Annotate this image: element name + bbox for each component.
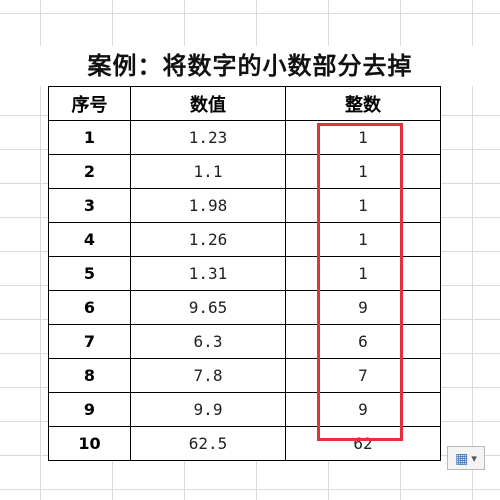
paste-options-icon: ▦	[455, 449, 469, 466]
cell-index[interactable]: 7	[48, 324, 131, 359]
cell-value[interactable]: 1.26	[130, 222, 286, 257]
table-row: 5 1.31 1	[48, 256, 441, 291]
cell-value[interactable]: 1.1	[130, 154, 286, 189]
cell-index[interactable]: 1	[48, 120, 131, 155]
cell-integer[interactable]: 6	[285, 324, 441, 359]
cell-integer[interactable]: 1	[285, 256, 441, 291]
table-row: 2 1.1 1	[48, 154, 441, 189]
cell-index[interactable]: 8	[48, 358, 131, 393]
cell-value[interactable]: 1.23	[130, 120, 286, 155]
table-row: 3 1.98 1	[48, 188, 441, 223]
cell-value[interactable]: 7.8	[130, 358, 286, 393]
cell-integer[interactable]: 1	[285, 120, 441, 155]
chevron-down-icon: ▾	[471, 452, 477, 465]
table-row: 4 1.26 1	[48, 222, 441, 257]
cell-value[interactable]: 1.31	[130, 256, 286, 291]
table-row: 6 9.65 9	[48, 290, 441, 325]
cell-value[interactable]: 9.65	[130, 290, 286, 325]
table-row: 1 1.23 1	[48, 120, 441, 155]
cell-integer[interactable]: 1	[285, 154, 441, 189]
cell-value[interactable]: 1.98	[130, 188, 286, 223]
data-table: 序号 数值 整数 1 1.23 1 2 1.1 1 3 1.98 1 4 1.2…	[48, 86, 441, 461]
cell-index[interactable]: 6	[48, 290, 131, 325]
header-row: 序号 数值 整数	[48, 86, 441, 121]
cell-index[interactable]: 5	[48, 256, 131, 291]
table-row: 8 7.8 7	[48, 358, 441, 393]
header-cell-integer[interactable]: 整数	[285, 86, 441, 121]
cell-index[interactable]: 2	[48, 154, 131, 189]
cell-value[interactable]: 6.3	[130, 324, 286, 359]
cell-index[interactable]: 4	[48, 222, 131, 257]
cell-index[interactable]: 9	[48, 392, 131, 427]
cell-integer[interactable]: 7	[285, 358, 441, 393]
header-cell-value[interactable]: 数值	[130, 86, 286, 121]
cell-integer[interactable]: 1	[285, 222, 441, 257]
table-row: 7 6.3 6	[48, 324, 441, 359]
table-row: 9 9.9 9	[48, 392, 441, 427]
cell-integer[interactable]: 1	[285, 188, 441, 223]
cell-index[interactable]: 3	[48, 188, 131, 223]
cell-integer[interactable]: 9	[285, 290, 441, 325]
cell-integer[interactable]: 62	[285, 426, 441, 461]
paste-options-button[interactable]: ▦ ▾	[447, 446, 485, 470]
cell-value[interactable]: 9.9	[130, 392, 286, 427]
table-row: 10 62.5 62	[48, 426, 441, 461]
cell-index[interactable]: 10	[48, 426, 131, 461]
cell-integer[interactable]: 9	[285, 392, 441, 427]
sheet-title: 案例：将数字的小数部分去掉	[0, 46, 500, 86]
cell-value[interactable]: 62.5	[130, 426, 286, 461]
header-cell-index[interactable]: 序号	[48, 86, 131, 121]
